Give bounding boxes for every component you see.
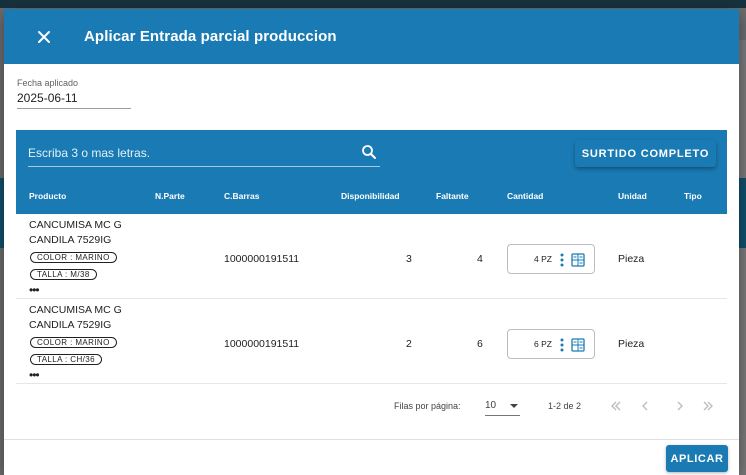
calculator-icon[interactable] (571, 338, 585, 352)
talla-chip: TALLA : M/38 (30, 269, 97, 280)
calculator-icon[interactable] (571, 253, 585, 267)
product-name-line2: CANDILA 7529IG (29, 234, 112, 246)
unidad-cell: Pieza (618, 338, 645, 350)
rows-per-page-label: Filas por página: (394, 401, 461, 411)
faltante-cell: 4 (477, 253, 483, 265)
search-icon[interactable] (361, 144, 377, 160)
header-cantidad[interactable]: Cantidad (507, 191, 543, 201)
color-chip: COLOR : MARINO (30, 337, 117, 348)
table-toolbar: SURTIDO COMPLETO Producto N.Parte C.Barr… (16, 130, 727, 214)
header-tipo[interactable]: Tipo (684, 191, 702, 201)
more-vert-icon[interactable] (560, 252, 564, 268)
aplicar-button[interactable]: APLICAR (666, 445, 728, 472)
background-top-bar (0, 0, 746, 8)
entrada-parcial-dialog: Aplicar Entrada parcial produccion Fecha… (4, 9, 739, 475)
fecha-aplicado-field[interactable]: Fecha aplicado 2025-06-11 (17, 78, 131, 109)
table-row: CANCUMISA MC G CANDILA 7529IG COLOR : MA… (16, 299, 727, 384)
rows-per-page-value[interactable]: 10 (485, 400, 496, 411)
footer-divider (4, 439, 739, 440)
cantidad-input[interactable]: 4 PZ (507, 244, 595, 274)
product-name-line2: CANDILA 7529IG (29, 319, 112, 331)
chevron-right-icon[interactable] (673, 399, 687, 413)
header-unidad[interactable]: Unidad (618, 191, 647, 201)
cantidad-input[interactable]: 6 PZ (507, 329, 595, 359)
color-chip: COLOR : MARINO (30, 252, 117, 263)
search-field[interactable] (28, 140, 380, 167)
more-attributes-button[interactable]: ••• (29, 369, 40, 381)
rows-per-page-select[interactable]: 10 (485, 398, 520, 416)
unidad-cell: Pieza (618, 253, 645, 265)
fecha-aplicado-label: Fecha aplicado (17, 78, 79, 88)
cantidad-value[interactable]: 6 PZ (534, 339, 552, 349)
faltante-cell: 6 (477, 338, 483, 350)
header-nparte[interactable]: N.Parte (155, 191, 185, 201)
dropdown-caret-icon[interactable] (510, 404, 518, 408)
more-attributes-button[interactable]: ••• (29, 284, 40, 296)
chevron-left-icon[interactable] (638, 399, 652, 413)
dialog-title: Aplicar Entrada parcial produccion (84, 28, 337, 45)
product-name-line1: CANCUMISA MC G (29, 219, 122, 231)
fecha-aplicado-value[interactable]: 2025-06-11 (17, 91, 131, 109)
header-producto[interactable]: Producto (29, 191, 66, 201)
header-faltante[interactable]: Faltante (436, 191, 469, 201)
barcode-cell: 1000000191511 (224, 338, 300, 350)
barcode-cell: 1000000191511 (224, 253, 300, 265)
header-disponibilidad[interactable]: Disponibilidad (341, 191, 400, 201)
cantidad-value[interactable]: 4 PZ (534, 254, 552, 264)
disponibilidad-cell: 2 (406, 338, 412, 350)
header-cbarras[interactable]: C.Barras (224, 191, 259, 201)
close-button[interactable] (34, 27, 54, 47)
search-input[interactable] (28, 146, 348, 160)
talla-chip: TALLA : CH/36 (30, 354, 102, 365)
more-vert-icon[interactable] (560, 337, 564, 353)
product-name-line1: CANCUMISA MC G (29, 304, 122, 316)
disponibilidad-cell: 3 (406, 253, 412, 265)
last-page-icon[interactable] (701, 399, 715, 413)
close-icon (38, 30, 50, 43)
pagination-range: 1-2 de 2 (548, 401, 582, 411)
dialog-header: Aplicar Entrada parcial produccion (4, 9, 739, 64)
table-row: CANCUMISA MC G CANDILA 7529IG COLOR : MA… (16, 214, 727, 299)
first-page-icon[interactable] (609, 399, 623, 413)
surtido-completo-button[interactable]: SURTIDO COMPLETO (575, 140, 716, 167)
